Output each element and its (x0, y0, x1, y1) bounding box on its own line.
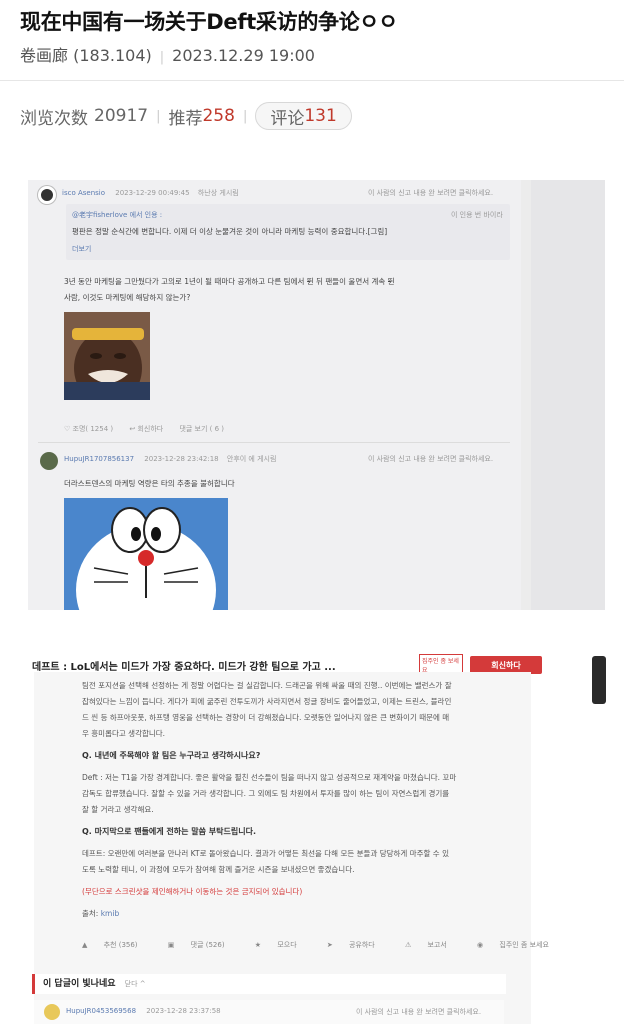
post-tags: 하난상 게시림 (197, 189, 239, 197)
quote-source[interactable]: @老宇fisherlove 에서 인용 : (72, 211, 162, 219)
report-label: 보고서 (427, 941, 447, 949)
post-datetime: 2023.12.29 19:00 (172, 46, 315, 65)
source-label: 출처: (82, 909, 99, 918)
doraemon-art (64, 498, 228, 610)
user-avatar (44, 1004, 60, 1020)
source-line: 출처: kmib (82, 906, 119, 921)
article-title: 现在中国有一场关于Deft采访的争论ㅇㅇ (20, 10, 398, 34)
article-actions: ▲ 추천 (356) ▣ 댓글 (526) ★ 모으다 ➤ 공유하다 ⚠ 보고서… (82, 940, 577, 950)
meme-image (64, 312, 150, 400)
article-body: 팀전 포지션을 선택해 선정하는 게 정말 어렵다는 걸 실감합니다. 드래곤을… (34, 672, 549, 1024)
author-name[interactable]: 卷画廊 (183.104) (20, 46, 152, 65)
device-edge (592, 656, 606, 704)
embedded-screenshot-1: isco Asensio 2023-12-29 00:49:45 하난상 게시림… (28, 180, 605, 610)
article-line: Deft : 저는 T1을 가장 경계합니다. 좋은 활약을 펼친 선수들이 팀… (82, 773, 457, 782)
star-icon: ★ (254, 941, 264, 949)
quote-right: 이 인용 번 바이라 (451, 211, 503, 219)
stats-bar: 浏览次数 20917 | 推荐 258 | 评论 131 (20, 102, 352, 130)
divider: | (242, 108, 248, 124)
username[interactable]: HupuJR1707856137 (64, 455, 134, 463)
reply-label: 회신하다 (137, 425, 164, 433)
quote-more-link[interactable]: 더보기 (72, 244, 91, 254)
reply-header: HupuJR0453569568 2023-12-28 23:37:58 (66, 1007, 221, 1015)
user-avatar (40, 452, 58, 470)
comment-panel: isco Asensio 2023-12-29 00:49:45 하난상 게시림… (28, 180, 521, 610)
comments-button[interactable]: 评论 131 (255, 102, 352, 130)
comments-label: 评论 (270, 108, 305, 129)
reply-button[interactable]: ↩ 회신하다 (129, 425, 163, 433)
recommend-value: 258 (202, 106, 235, 126)
doraemon-image (64, 498, 228, 610)
post-tags: 안후이 에 게시림 (226, 455, 277, 463)
thumb-up-icon: ▲ (82, 941, 90, 949)
report-link[interactable]: 이 사람의 신고 내용 완 보려면 클릭하세요. (368, 454, 493, 464)
views-label: 浏览次数 (20, 108, 88, 129)
copyright-warning: (무단으로 스크린샷을 제인해하거나 이동하는 것은 금지되어 있습니다) (82, 887, 303, 896)
collapse-link[interactable]: 닫다 ^ (125, 980, 146, 988)
username[interactable]: isco Asensio (62, 189, 105, 197)
quoted-comment: @老宇fisherlove 에서 인용 : 이 인용 번 바이라 평판은 정말 … (66, 204, 510, 260)
share-button[interactable]: ➤ 공유하다 (327, 941, 389, 949)
quote-header: @老宇fisherlove 에서 인용 : (72, 210, 162, 220)
question-heading: Q. 내년에 주목해야 할 팀은 누구라고 생각하시나요? (82, 751, 261, 760)
divider: | (156, 108, 161, 124)
like-label: 조명( 1254 ) (72, 425, 114, 433)
highlight-replies-header: 이 답글이 빛나네요 닫다 ^ (32, 974, 506, 994)
report-link[interactable]: 이 사람의 신고 내용 완 보려면 클릭하세요. (356, 1007, 481, 1017)
article-line: 우 흥미롭다고 생각합니다. (82, 729, 166, 738)
header-divider (0, 80, 624, 81)
source-link[interactable]: kmib (101, 909, 120, 918)
comment-button[interactable]: ▣ 댓글 (526) (168, 941, 239, 949)
owner-icon: ◉ (477, 941, 486, 949)
user-avatar (38, 186, 56, 204)
post-text: 더라스트덴스의 마케팅 역량은 타의 추종을 불허합니다 (64, 479, 235, 488)
reply-row: HupuJR0453569568 2023-12-28 23:37:58 이 사… (34, 1000, 504, 1024)
share-label: 공유하다 (348, 941, 375, 949)
like-icon: ♡ (64, 425, 73, 433)
embedded-screenshot-2: 데프트 : LoL에서는 미드가 가장 중요하다. 미드가 강한 팀으로 가고 … (28, 650, 588, 1024)
collect-button[interactable]: ★ 모으다 (255, 941, 311, 949)
article-line: 감독도 합류했습니다. 잘할 수 있을 거라 생각합니다. 그 외에도 팀 차원… (82, 789, 450, 798)
article-line: 잡혀있다는 느낌이 듭니다. 게다가 피에 굶주린 전투도끼가 사라지면서 정글… (82, 697, 452, 706)
post-actions: ♡ 조명( 1254 ) ↩ 회신하다 댓글 보기 ( 6 ) (64, 424, 224, 434)
reply-time: 2023-12-28 23:37:58 (146, 1007, 221, 1015)
article-line: 잘 할 거라고 생각해요. (82, 805, 154, 814)
post-header: HupuJR1707856137 2023-12-28 23:42:18 안후이… (64, 454, 276, 464)
news-header-title: 데프트 : LoL에서는 미드가 가장 중요하다. 미드가 강한 팀으로 가고 … (32, 662, 336, 673)
post-text-line: 3년 동안 마케팅을 그만뒀다가 고의로 1년이 될 때마다 공개하고 다른 팀… (64, 277, 395, 286)
meme-image-art (64, 312, 150, 400)
question-heading: Q. 마지막으로 팬들에게 전하는 말씀 부탁드립니다. (82, 827, 257, 836)
recommend-count: 추천 (356) (103, 941, 138, 949)
view-replies-button[interactable]: 댓글 보기 ( 6 ) (179, 425, 224, 433)
quote-text: 평판은 정말 순식간에 변합니다. 이제 더 이상 눈물겨운 것이 아니라 마케… (72, 227, 388, 236)
post-time: 2023-12-28 23:42:18 (144, 455, 219, 463)
report-button[interactable]: ⚠ 보고서 (405, 941, 461, 949)
warning-icon: ⚠ (404, 941, 414, 949)
comment-icon: ▣ (167, 941, 177, 949)
comment-count: 댓글 (526) (190, 941, 225, 949)
owner-only-button[interactable]: ◉ 집주인 좀 보세요 (477, 941, 563, 949)
comments-value: 131 (304, 106, 337, 126)
post-divider (38, 442, 510, 443)
post-time: 2023-12-29 00:49:45 (115, 189, 190, 197)
post-header: isco Asensio 2023-12-29 00:49:45 하난상 게시림 (62, 188, 239, 198)
article-line: 드 씬 등 하프아웃풋, 하프탱 영웅을 선택하는 경향이 더 강해졌습니다. … (82, 713, 450, 722)
highlight-replies-title: 이 답글이 빛나네요 (43, 979, 116, 989)
divider: | (159, 50, 165, 65)
side-gray-area (531, 180, 605, 610)
post-text-line: 사람, 이것도 마케팅에 해당하지 않는가? (64, 293, 191, 302)
article-line: 도록 노력할 테니, 이 과정에 모두가 참여해 함께 즐거운 시즌을 보내셨으… (82, 865, 355, 874)
share-icon: ➤ (326, 941, 335, 949)
recommend-label: 推荐 (168, 108, 203, 129)
like-button[interactable]: ♡ 조명( 1254 ) (64, 425, 113, 433)
views-value: 20917 (94, 106, 149, 126)
article-meta: 卷画廊 (183.104) | 2023.12.29 19:00 (20, 42, 315, 66)
report-link[interactable]: 이 사람의 신고 내용 완 보려면 클릭하세요. (368, 188, 493, 198)
article-line: 팀전 포지션을 선택해 선정하는 게 정말 어렵다는 걸 실감합니다. 드래곤을… (82, 681, 452, 690)
owner-label: 집주인 좀 보세요 (499, 941, 549, 949)
recommend-button[interactable]: ▲ 추천 (356) (82, 941, 152, 949)
username[interactable]: HupuJR0453569568 (66, 1007, 136, 1015)
article-line: 데프트: 오랜만에 여러분을 만나러 KT로 돌아왔습니다. 결과가 어떻든 최… (82, 849, 449, 858)
collect-label: 모으다 (277, 941, 297, 949)
